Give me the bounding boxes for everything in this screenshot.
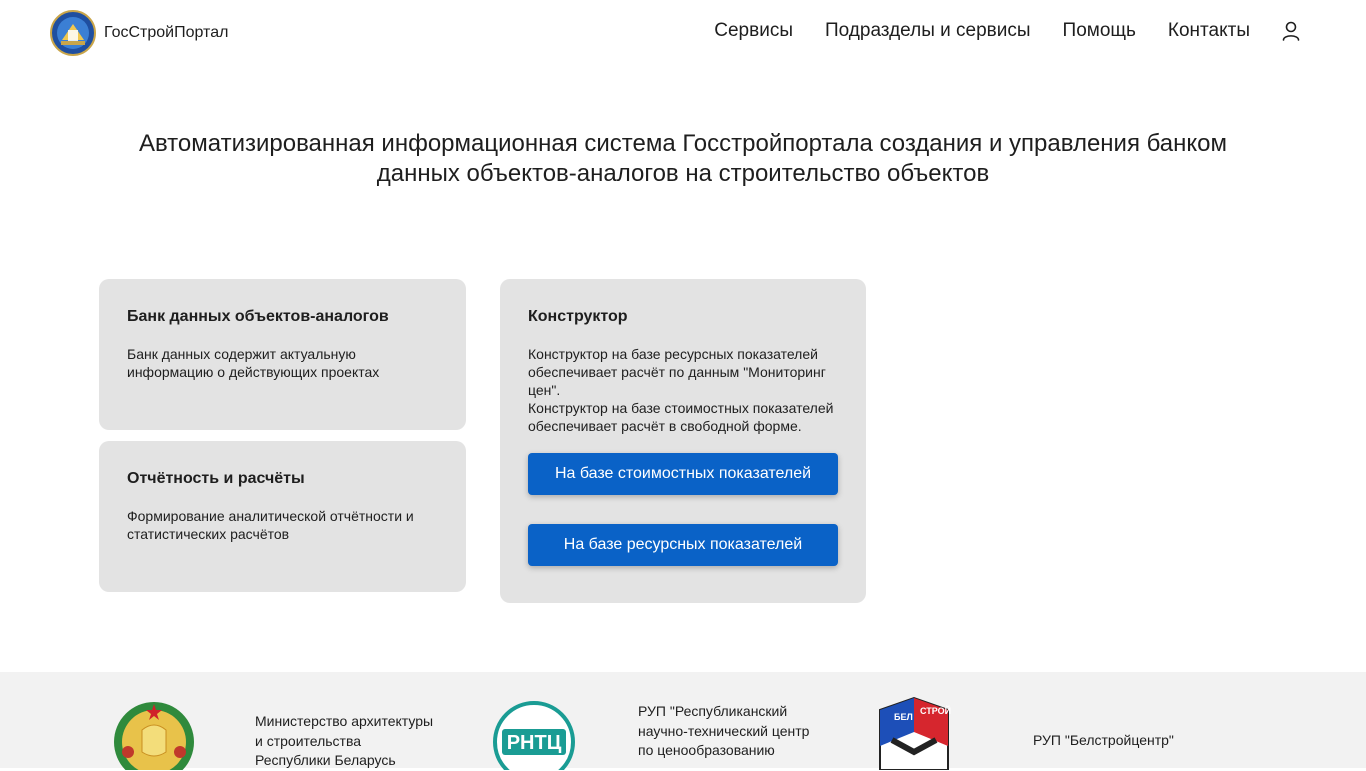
nav-help[interactable]: Помощь <box>1063 20 1136 42</box>
card-constructor: Конструктор Конструктор на базе ресурсны… <box>500 279 866 603</box>
nav-services[interactable]: Сервисы <box>714 20 793 42</box>
footer-ministry-line2: и строительства <box>255 732 362 749</box>
card-constructor-text-cost: Конструктор на базе стоимостных показате… <box>528 400 834 434</box>
bsc-logo-right-text: СТРОЙ <box>920 705 951 716</box>
user-icon[interactable] <box>1280 20 1302 42</box>
footer-belstroycenter-text: РУП "Белстройцентр" <box>1033 732 1174 748</box>
rntc-logo-text: РНТЦ <box>507 732 562 754</box>
page-title: Автоматизированная информационная систем… <box>138 130 1228 187</box>
card-constructor-text: Конструктор на базе ресурсных показателе… <box>528 345 838 435</box>
belarus-emblem-icon <box>114 702 194 770</box>
nav-contacts[interactable]: Контакты <box>1168 20 1250 42</box>
card-reports-and-calculations[interactable]: Отчётность и расчёты Формирование аналит… <box>99 441 466 592</box>
resource-indicators-button[interactable]: На базе ресурсных показателей <box>528 524 838 566</box>
footer-rntc-line3: по ценообразованию <box>638 742 775 758</box>
rntc-logo-icon: РНТЦ <box>493 701 575 770</box>
footer-rntc-text: РУП "Республиканский научно-технический … <box>638 702 828 761</box>
card-report-title: Отчётность и расчёты <box>127 470 305 487</box>
card-constructor-text-resource: Конструктор на базе ресурсных показателе… <box>528 346 826 398</box>
logo-text: ГосСтройПортал <box>104 24 229 41</box>
footer-rntc-line1: РУП "Республиканский <box>638 703 788 719</box>
card-bank-text: Банк данных содержит актуальную информац… <box>127 346 380 380</box>
belstroycenter-logo-icon: БЕЛ СТРОЙ <box>879 696 951 770</box>
footer-rntc-line2: научно-технический центр <box>638 722 810 739</box>
site-header: ГосСтройПортал Сервисы Подразделы и серв… <box>0 0 1366 62</box>
main-nav: Сервисы Подразделы и сервисы Помощь Конт… <box>682 0 1250 62</box>
card-bank-of-analogs[interactable]: Банк данных объектов-аналогов Банк данны… <box>99 279 466 430</box>
gosstroyportal-logo-icon <box>50 10 96 56</box>
footer-ministry-text: Министерство архитектуры и строительства… <box>255 712 445 771</box>
card-bank-title: Банк данных объектов-аналогов <box>127 308 389 325</box>
card-report-text: Формирование аналитической отчётности и … <box>127 508 414 542</box>
nav-sections-and-services[interactable]: Подразделы и сервисы <box>825 20 1031 42</box>
cost-indicators-button[interactable]: На базе стоимостных показателей <box>528 453 838 495</box>
bsc-logo-left-text: БЕЛ <box>894 712 913 722</box>
logo-link[interactable]: ГосСтройПортал <box>50 10 228 56</box>
site-footer: Министерство архитектуры и строительства… <box>0 672 1366 771</box>
card-constructor-title: Конструктор <box>528 308 628 325</box>
footer-ministry-line1: Министерство архитектуры <box>255 713 434 729</box>
